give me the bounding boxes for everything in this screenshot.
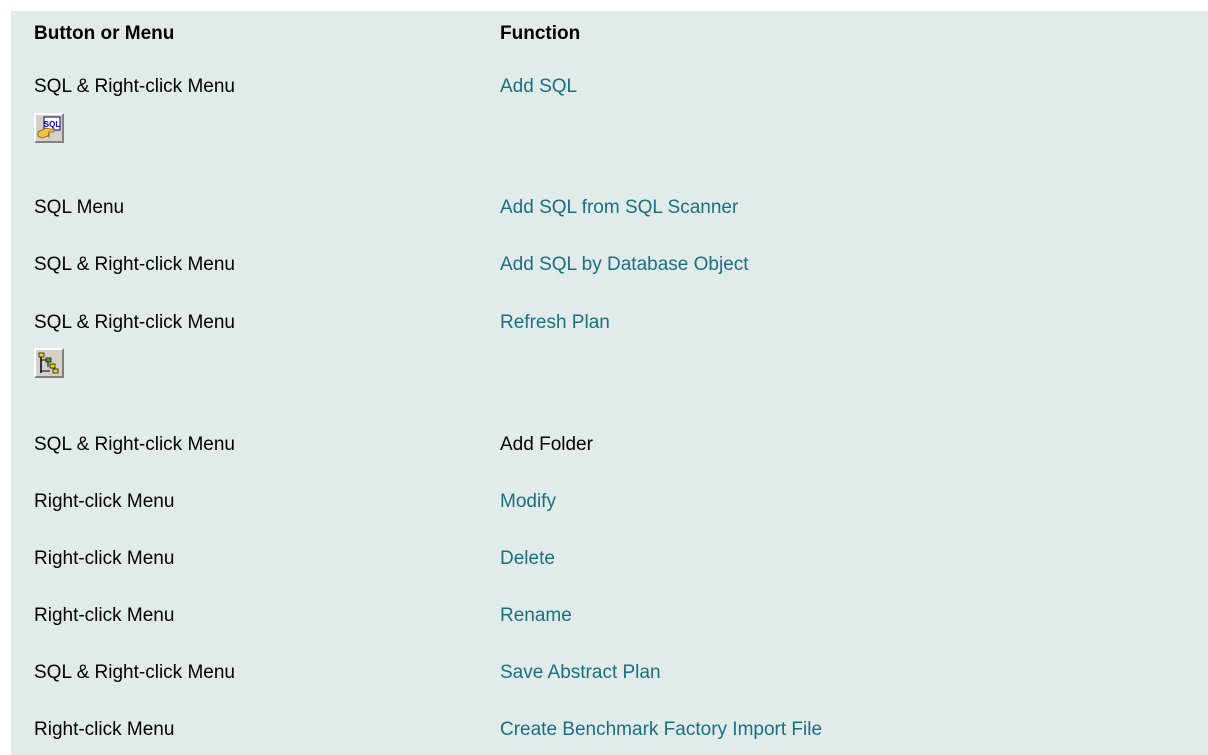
add-sql-icon: SQL bbox=[34, 113, 64, 143]
function-link-create-benchmark-factory-import-file[interactable]: Create Benchmark Factory Import File bbox=[500, 719, 822, 741]
function-link-rename[interactable]: Rename bbox=[500, 605, 572, 627]
row-source: SQL & Right-click Menu bbox=[34, 312, 235, 333]
function-link-refresh-plan[interactable]: Refresh Plan bbox=[500, 312, 610, 334]
function-link-delete[interactable]: Delete bbox=[500, 548, 555, 570]
row-source: Right-click Menu bbox=[34, 491, 175, 512]
function-link-save-abstract-plan[interactable]: Save Abstract Plan bbox=[500, 662, 661, 684]
row-source: SQL & Right-click Menu bbox=[34, 76, 235, 97]
row-source: Right-click Menu bbox=[34, 605, 175, 626]
row-source: SQL Menu bbox=[34, 197, 125, 218]
function-text-add-folder: Add Folder bbox=[500, 434, 593, 455]
row-source: Right-click Menu bbox=[34, 548, 175, 569]
column-header-function: Function bbox=[500, 23, 581, 44]
refresh-plan-icon bbox=[34, 348, 64, 378]
function-link-add-sql[interactable]: Add SQL bbox=[500, 76, 577, 98]
function-link-modify[interactable]: Modify bbox=[500, 491, 556, 513]
function-link-add-sql-from-sql-scanner[interactable]: Add SQL from SQL Scanner bbox=[500, 197, 738, 219]
row-source: SQL & Right-click Menu bbox=[34, 254, 235, 275]
button-menu-table: Button or Menu Function SQL & Right-clic… bbox=[11, 11, 1208, 755]
function-link-add-sql-by-database-object[interactable]: Add SQL by Database Object bbox=[500, 254, 749, 276]
row-source: SQL & Right-click Menu bbox=[34, 662, 235, 683]
row-source: SQL & Right-click Menu bbox=[34, 434, 235, 455]
row-source: Right-click Menu bbox=[34, 719, 175, 740]
column-header-button-or-menu: Button or Menu bbox=[34, 23, 175, 44]
svg-text:SQL: SQL bbox=[44, 120, 61, 129]
